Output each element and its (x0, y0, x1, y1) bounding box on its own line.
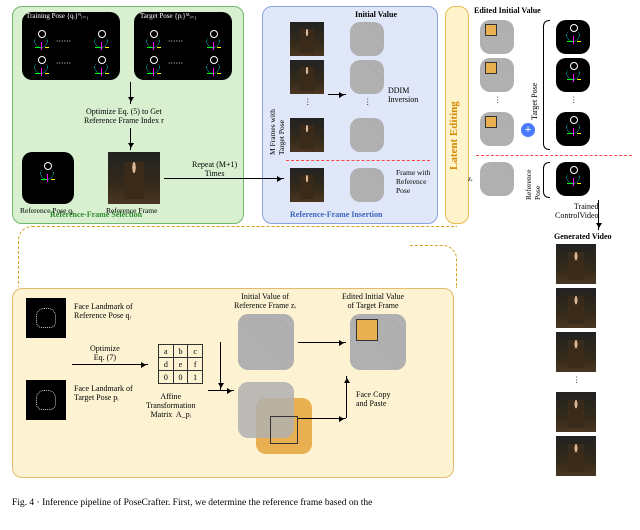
reference-noise-thumb (350, 168, 384, 202)
initial-noise-thumb (350, 118, 384, 152)
target-frame-thumb (290, 118, 324, 152)
face-patch-large (356, 319, 378, 341)
matrix-label: Affine Transformation Matrix A_pᵢ (146, 392, 195, 419)
reference-frame-copy (290, 168, 324, 202)
arrow-optimize5b (130, 128, 131, 150)
ddim-label: DDIM Inversion (388, 86, 418, 104)
arrow-optimize5 (130, 82, 131, 104)
initial-noise-thumb (350, 22, 384, 56)
arrow-down-ref (220, 342, 221, 390)
zr-label: zᵣ (468, 174, 473, 183)
generated-video-label: Generated Video (554, 232, 612, 241)
vdots: ⋮ (494, 95, 502, 104)
plus-icon: + (521, 123, 535, 137)
target-pose-thumb (202, 54, 224, 76)
face-patch-marker (485, 116, 497, 128)
face-crop-box (270, 416, 298, 444)
arrow-up-edit (346, 376, 347, 418)
brace-target (543, 20, 550, 150)
face-patch-marker (485, 62, 497, 74)
zr-noise (480, 162, 514, 196)
target-pose-vertical: Target Pose (530, 40, 539, 120)
vdots: ⋮ (304, 97, 312, 106)
face-ref-label: Face Landmark of Reference Pose qᵣ (74, 302, 133, 320)
reference-pose-skeleton (36, 160, 62, 200)
arrow-optimize7 (72, 364, 148, 365)
affine-matrix: abc def 001 (158, 344, 203, 384)
target-frame-thumb (290, 22, 324, 56)
vdots: ⋮ (364, 97, 372, 106)
training-pose-label: Training Pose {qᵢ}ᴺᵢ₌₁ (26, 12, 88, 20)
vdots: ⋮ (570, 95, 578, 104)
separator-dash (476, 155, 632, 156)
generated-frame (556, 288, 596, 328)
init-ref-label: Initial Value of Reference Frame zᵣ (234, 292, 296, 310)
arrow-repeat (164, 178, 284, 179)
generated-frame (556, 392, 596, 432)
pose-skeleton (562, 114, 584, 144)
frame-ref-pose-label: Frame with Reference Pose (396, 168, 430, 195)
optimize5-label: Optimize Eq. (5) to Get Reference Frame … (84, 107, 164, 125)
insertion-title: Reference-Frame Insertion (290, 210, 382, 219)
edited-initial-label: Edited Initial Value (474, 6, 541, 15)
trained-label: Trained ControlVideo (555, 202, 599, 220)
edit-tgt-label: Edited Initial Value of Target Frame (342, 292, 404, 310)
arrow-to-edit-top (298, 342, 346, 343)
reference-frame-thumb (108, 152, 160, 204)
m-frames-label: M Frames with Target Pose (268, 35, 286, 155)
train-pose-thumb (90, 54, 112, 76)
init-ref-zr (238, 314, 294, 370)
face-landmark-tgt (26, 380, 66, 420)
repeat-label: Repeat (M+1) Times (192, 160, 237, 178)
arrow-to-shift (208, 390, 234, 391)
generated-frame (556, 332, 596, 372)
latent-editing-label: Latent Editing (448, 60, 460, 170)
generated-frame (556, 244, 596, 284)
reference-pose-vertical: Reference Pose (524, 160, 542, 200)
reference-frame-label: Reference Frame (106, 206, 157, 215)
pose-skeleton (562, 22, 584, 52)
reference-pose-label: Reference Pose qᵣ (20, 206, 74, 215)
face-tgt-label: Face Landmark of Target Pose pᵢ (74, 384, 133, 402)
dashed-connector (18, 226, 457, 287)
brace-ref (543, 162, 550, 198)
target-frame-thumb (290, 60, 324, 94)
vdots: ⋮ (573, 375, 581, 384)
arrow-ddim (328, 94, 346, 95)
face-landmark-ref (26, 298, 66, 338)
ellipsis: ⋯⋯ (56, 58, 71, 67)
target-pose-label: Target Pose {pᵢ}ᴹᵢ₌₁ (140, 12, 197, 20)
figure-caption: Fig. 4 · Inference pipeline of PoseCraft… (12, 498, 624, 508)
pose-skeleton (562, 60, 584, 90)
optimize7-label: Optimize Eq. (7) (90, 344, 120, 362)
ellipsis: ⋯⋯ (168, 36, 183, 45)
generated-frame (556, 436, 596, 476)
target-pose-thumb (142, 54, 164, 76)
face-patch-marker (485, 24, 497, 36)
ellipsis: ⋯⋯ (56, 36, 71, 45)
initial-noise-thumb (350, 60, 384, 94)
ellipsis: ⋯⋯ (168, 58, 183, 67)
pose-skeleton (562, 164, 584, 194)
train-pose-thumb (30, 54, 52, 76)
copy-label: Face Copy and Paste (356, 390, 390, 408)
initial-value-label: Initial Value (355, 10, 397, 19)
separator-dash (286, 160, 430, 161)
arrow-to-edit-bot (298, 418, 346, 419)
